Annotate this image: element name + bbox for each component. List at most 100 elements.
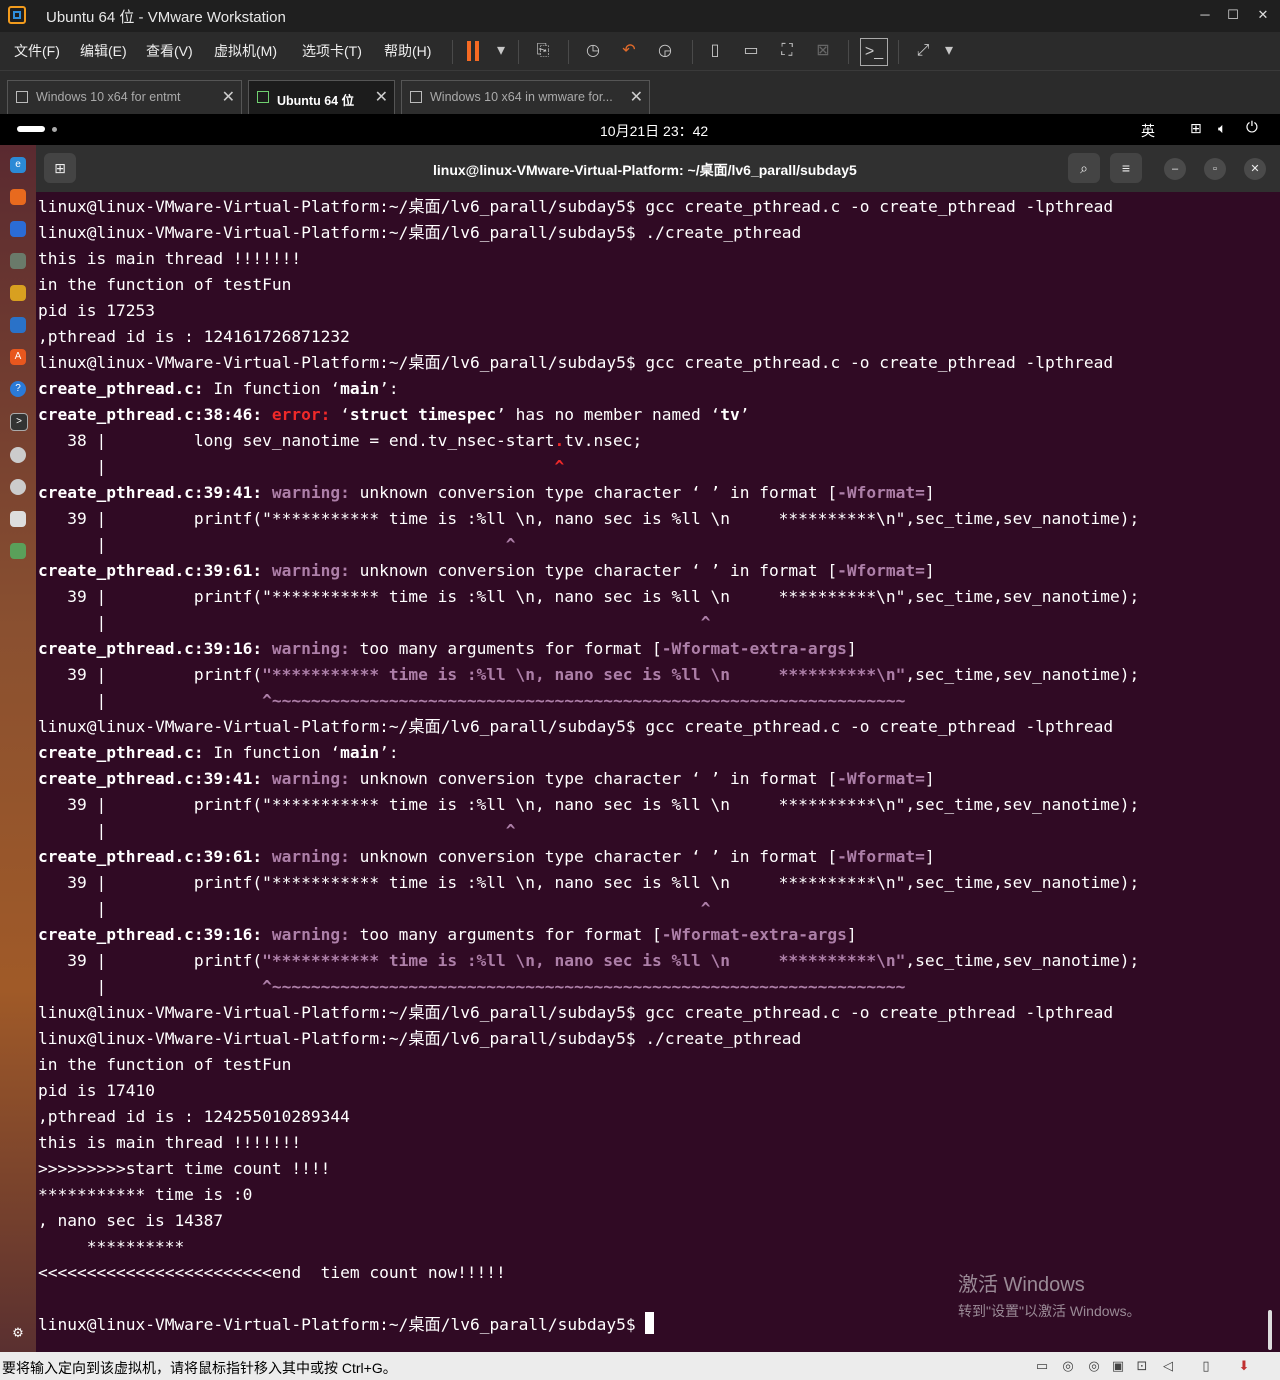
thunderbird-icon[interactable]	[10, 221, 26, 237]
terminal-line: 39 | printf("*********** time is :%ll \n…	[38, 792, 1139, 818]
snapshot-manager-icon[interactable]: ◶	[654, 40, 676, 62]
terminal-text: main	[340, 379, 380, 398]
terminal-icon[interactable]: >	[10, 413, 28, 431]
thumbnail-icon[interactable]: ▭	[740, 40, 762, 62]
show-apps-icon[interactable]: ⚙	[10, 1325, 26, 1341]
power-icon[interactable]: ⏻	[1246, 119, 1258, 136]
terminal-text: ]	[924, 561, 935, 580]
rhythmbox-icon[interactable]	[10, 285, 26, 301]
terminal-text: ^~~~~~~~~~~~~~~~~~~~~~~~~~~~~~~~~~~~~~~~…	[262, 691, 906, 710]
terminal-text: create_pthread.c:39:41:	[38, 483, 263, 502]
terminal-close-icon[interactable]: ✕	[1244, 158, 1266, 180]
terminal-text: warning:	[271, 561, 350, 580]
volume-icon[interactable]: 🔈︎	[1218, 120, 1226, 137]
toolbar-separator	[898, 40, 899, 64]
terminal-text: ^	[700, 899, 711, 918]
clock[interactable]: 10月21日 23：42	[600, 121, 708, 141]
terminal-text: ‘	[330, 405, 350, 424]
menu-edit[interactable]: 编辑(E)	[80, 41, 127, 61]
files-icon[interactable]	[10, 253, 26, 269]
terminal-text: ,pthread id is : 124255010289344	[38, 1107, 350, 1126]
tab-label: Windows 10 x64 in wmware for...	[430, 90, 613, 104]
fullscreen-icon[interactable]: ⛶	[776, 40, 798, 62]
cd-drive-icon[interactable]: ◎	[1060, 1358, 1076, 1374]
terminal-text: unknown conversion type character ‘ ’ in…	[349, 561, 838, 580]
pause-icon[interactable]	[467, 41, 471, 61]
trash-icon[interactable]	[10, 543, 26, 559]
terminal-line: this is main thread !!!!!!!	[38, 1130, 1139, 1156]
terminal-line: linux@linux-VMware-Virtual-Platform:~/桌面…	[38, 1026, 1139, 1052]
tab-label: Ubuntu 64 位	[277, 94, 355, 108]
new-tab-icon[interactable]: ⊞	[44, 153, 76, 183]
terminal-minimize-icon[interactable]: –	[1164, 158, 1186, 180]
terminal-text: linux@linux-VMware-Virtual-Platform:~/桌面…	[38, 353, 1114, 372]
terminal-text: ^~~~~~~~~~~~~~~~~~~~~~~~~~~~~~~~~~~~~~~~…	[262, 977, 906, 996]
network-adapter-icon[interactable]: ⊡	[1134, 1358, 1150, 1374]
disc-icon[interactable]	[10, 447, 26, 463]
terminal-line: create_pthread.c:39:41: warning: unknown…	[38, 766, 1139, 792]
hamburger-menu-icon[interactable]: ≡	[1110, 153, 1142, 183]
workspace-indicator-icon[interactable]	[17, 126, 45, 132]
terminal-text: create_pthread.c:39:61:	[38, 561, 263, 580]
terminal-text: tv	[720, 405, 740, 424]
sound-icon[interactable]: ◁	[1160, 1358, 1176, 1374]
terminal-text: -Wformat=	[837, 769, 925, 788]
terminal-text: create_pthread.c:	[38, 743, 204, 762]
close-tab-icon[interactable]: ✕	[375, 87, 388, 107]
terminal-text: in the function of testFun	[38, 275, 292, 294]
terminal-text: |	[38, 691, 263, 710]
firefox-icon[interactable]	[10, 189, 26, 205]
terminal-text: \n, nano sec is %ll \n **********\n",sec…	[515, 509, 1140, 528]
revert-snapshot-icon[interactable]: ↶	[618, 40, 640, 62]
unity-icon[interactable]: ⊠	[812, 40, 834, 62]
library-icon[interactable]: ▯	[704, 40, 726, 62]
input-method-indicator[interactable]: 英	[1141, 121, 1155, 141]
vm-tab-icon	[16, 91, 28, 103]
tab-ubuntu[interactable]: Ubuntu 64 位 ✕	[248, 80, 395, 114]
disc-icon[interactable]	[10, 479, 26, 495]
hard-disk-icon[interactable]: ▭	[1034, 1358, 1050, 1374]
terminal-output[interactable]: linux@linux-VMware-Virtual-Platform:~/桌面…	[36, 192, 1280, 1352]
maximize-button[interactable]: ☐	[1218, 4, 1248, 26]
dropdown-icon[interactable]: ▾	[490, 40, 512, 62]
cd-drive-icon[interactable]: ◎	[1086, 1358, 1102, 1374]
floppy-icon[interactable]: ▣	[1110, 1358, 1126, 1374]
drive-icon[interactable]	[10, 511, 26, 527]
terminal-maximize-icon[interactable]: ▫	[1204, 158, 1226, 180]
console-view-icon[interactable]: >_	[860, 38, 888, 66]
tab-windows10-entmt[interactable]: Windows 10 x64 for entmt ✕	[7, 80, 242, 114]
menu-file[interactable]: 文件(F)	[14, 41, 60, 61]
terminal-scrollbar[interactable]	[1268, 1310, 1272, 1350]
window-title: Ubuntu 64 位 - VMware Workstation	[46, 9, 286, 26]
terminal-text: ]	[924, 847, 935, 866]
search-icon[interactable]: ⌕	[1068, 153, 1100, 183]
stretch-dropdown-icon[interactable]: ▾	[938, 40, 960, 62]
terminal-text: ,sec_time,sev_nanotime);	[905, 951, 1140, 970]
message-log-icon[interactable]: ▯	[1198, 1358, 1214, 1374]
workspace-dot-icon[interactable]	[52, 127, 57, 132]
tab-windows10-wmware[interactable]: Windows 10 x64 in wmware for... ✕	[401, 80, 650, 114]
terminal-text: |	[38, 457, 555, 476]
network-icon[interactable]: ⊞	[1190, 120, 1202, 137]
window-titlebar: Ubuntu 64 位 - VMware Workstation ─ ☐ ✕	[0, 0, 1280, 32]
menu-tabs[interactable]: 选项卡(T)	[302, 41, 362, 61]
close-tab-icon[interactable]: ✕	[630, 87, 643, 107]
terminal-line: linux@linux-VMware-Virtual-Platform:~/桌面…	[38, 1000, 1139, 1026]
menu-view[interactable]: 查看(V)	[146, 41, 193, 61]
terminal-line: pid is 17253	[38, 298, 1139, 324]
menu-vm[interactable]: 虚拟机(M)	[214, 41, 277, 61]
stretch-icon[interactable]: ⤢	[912, 40, 934, 62]
terminal-line: 38 | long sev_nanotime = end.tv_nsec-sta…	[38, 428, 1139, 454]
terminal-text: linux@linux-VMware-Virtual-Platform:~/桌面…	[38, 197, 1114, 216]
minimize-button[interactable]: ─	[1190, 4, 1220, 26]
close-tab-icon[interactable]: ✕	[222, 87, 235, 107]
edge-browser-icon[interactable]: e	[10, 157, 26, 173]
menu-help[interactable]: 帮助(H)	[384, 41, 431, 61]
send-ctrl-alt-del-icon[interactable]: ⎘	[532, 40, 554, 62]
software-center-icon[interactable]: A	[10, 349, 26, 365]
usb-alert-icon[interactable]: ⬇	[1236, 1358, 1252, 1374]
writer-icon[interactable]	[10, 317, 26, 333]
close-window-button[interactable]: ✕	[1248, 4, 1278, 26]
help-icon[interactable]: ?	[10, 381, 26, 397]
snapshot-icon[interactable]: ◷	[582, 40, 604, 62]
